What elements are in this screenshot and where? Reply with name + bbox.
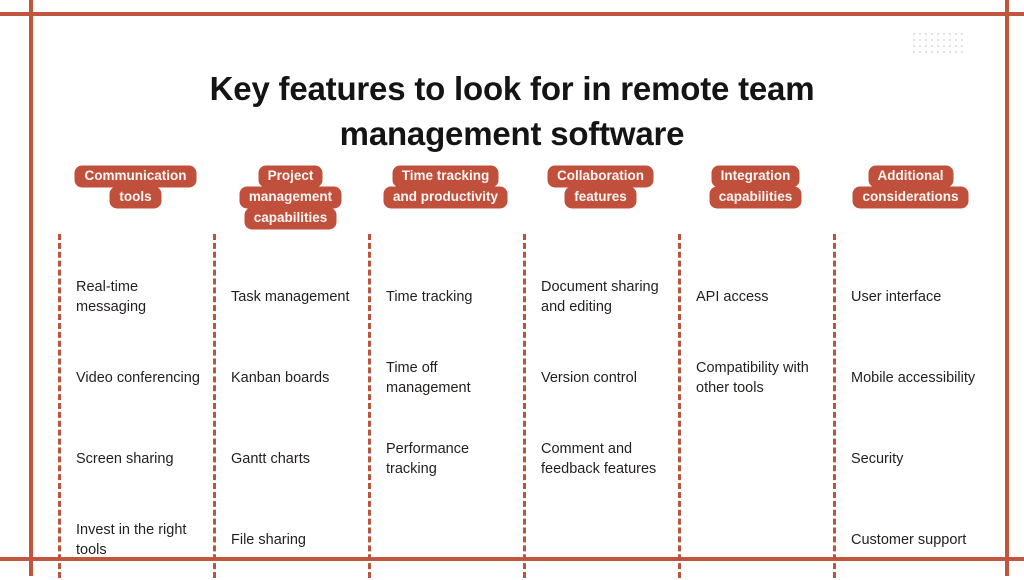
feature-list-item[interactable]: Kanban boards xyxy=(231,337,360,418)
grid-dot xyxy=(949,33,951,35)
column-header-pill: tools xyxy=(110,187,161,208)
grid-dot xyxy=(961,51,963,53)
feature-list: Time tracking Time off management Performa… xyxy=(386,240,515,580)
column-header[interactable]: Collaboration features xyxy=(523,160,678,240)
column-header-pill: capabilities xyxy=(709,187,802,208)
feature-list-item[interactable]: Real-time messaging xyxy=(76,256,205,337)
frame-line-right xyxy=(1005,0,1009,576)
feature-column: Collaboration features Document sharing an… xyxy=(523,160,678,580)
column-header-pill: Project xyxy=(258,166,323,187)
grid-dot xyxy=(931,45,933,47)
feature-list-item[interactable]: Time off management xyxy=(386,337,515,418)
grid-dot xyxy=(913,51,915,53)
column-header[interactable]: Project management capabilities xyxy=(213,160,368,240)
grid-dot xyxy=(937,51,939,53)
grid-dot xyxy=(925,33,927,35)
frame-line-top xyxy=(0,12,1024,16)
page-title: Key features to look for in remote team … xyxy=(209,70,815,153)
grid-dot xyxy=(913,45,915,47)
feature-column: Communication tools Real-time messaging Vid… xyxy=(58,160,213,580)
feature-list-item[interactable]: File sharing xyxy=(231,499,360,580)
grid-dot xyxy=(955,51,957,53)
slide-canvas: Key features to look for in remote team … xyxy=(0,0,1024,578)
dot-grid-decoration xyxy=(913,33,967,57)
grid-dot xyxy=(925,51,927,53)
feature-list-item[interactable]: Customer support xyxy=(851,499,980,580)
feature-list-item[interactable]: Compatibility with other tools xyxy=(696,337,825,418)
grid-dot xyxy=(919,45,921,47)
grid-dot xyxy=(919,39,921,41)
feature-list-item[interactable]: Time tracking xyxy=(386,256,515,337)
grid-dot xyxy=(949,51,951,53)
column-header[interactable]: Communication tools xyxy=(58,160,213,240)
feature-list: User interface Mobile accessibility Securi… xyxy=(851,240,980,580)
feature-column: Additional considerations User interface Mo… xyxy=(833,160,988,580)
feature-list-item[interactable]: Task management xyxy=(231,256,360,337)
column-header-pill: considerations xyxy=(853,187,968,208)
column-header-pill: Additional xyxy=(868,166,953,187)
grid-dot xyxy=(913,33,915,35)
grid-dot xyxy=(961,45,963,47)
grid-dot xyxy=(925,45,927,47)
grid-dot xyxy=(961,39,963,41)
grid-dot xyxy=(937,45,939,47)
feature-list-item[interactable]: Performance tracking xyxy=(386,418,515,499)
grid-dot xyxy=(931,33,933,35)
feature-list-item[interactable] xyxy=(696,418,825,499)
feature-list-item[interactable] xyxy=(696,499,825,580)
column-header-pill: Collaboration xyxy=(548,166,653,187)
column-header-pill: and productivity xyxy=(383,187,507,208)
feature-list: API access Compatibility with other tools xyxy=(696,240,825,580)
feature-list-item[interactable]: Invest in the right tools xyxy=(76,499,205,580)
grid-dot xyxy=(937,39,939,41)
feature-list-item[interactable] xyxy=(541,499,670,580)
feature-list-item[interactable]: Screen sharing xyxy=(76,418,205,499)
feature-list: Real-time messaging Video conferencing Scr… xyxy=(76,240,205,580)
column-header-pill: capabilities xyxy=(244,208,337,229)
grid-dot xyxy=(925,39,927,41)
column-header-pill: management xyxy=(239,187,342,208)
feature-list-item[interactable]: Document sharing and editing xyxy=(541,256,670,337)
grid-dot xyxy=(943,33,945,35)
feature-list: Task management Kanban boards Gantt charts… xyxy=(231,240,360,580)
grid-dot xyxy=(919,33,921,35)
grid-dot xyxy=(919,51,921,53)
feature-list-item[interactable]: Comment and feedback features xyxy=(541,418,670,499)
column-header-pill: Time tracking xyxy=(392,166,499,187)
column-header[interactable]: Integration capabilities xyxy=(678,160,833,240)
feature-column: Integration capabilities API access Compati… xyxy=(678,160,833,580)
feature-list: Document sharing and editing Version cont… xyxy=(541,240,670,580)
grid-dot xyxy=(937,33,939,35)
grid-dot xyxy=(955,33,957,35)
feature-column: Time tracking and productivity Time tracki… xyxy=(368,160,523,580)
feature-list-item[interactable]: Version control xyxy=(541,337,670,418)
feature-list-item[interactable]: Mobile accessibility xyxy=(851,337,980,418)
grid-dot xyxy=(955,45,957,47)
column-header[interactable]: Time tracking and productivity xyxy=(368,160,523,240)
feature-column: Project management capabilities Task manage… xyxy=(213,160,368,580)
grid-dot xyxy=(931,51,933,53)
grid-dot xyxy=(943,45,945,47)
frame-line-left xyxy=(29,0,33,576)
grid-dot xyxy=(949,45,951,47)
grid-dot xyxy=(943,51,945,53)
grid-dot xyxy=(931,39,933,41)
features-table: Communication tools Real-time messaging Vid… xyxy=(58,160,988,578)
feature-list-item[interactable]: API access xyxy=(696,256,825,337)
grid-dot xyxy=(961,33,963,35)
grid-dot xyxy=(949,39,951,41)
grid-dot xyxy=(913,39,915,41)
feature-list-item[interactable]: User interface xyxy=(851,256,980,337)
column-header-pill: features xyxy=(565,187,636,208)
feature-list-item[interactable] xyxy=(386,499,515,580)
column-header-pill: Communication xyxy=(75,166,196,187)
grid-dot xyxy=(943,39,945,41)
feature-list-item[interactable]: Video conferencing xyxy=(76,337,205,418)
column-header-pill: Integration xyxy=(711,166,800,187)
column-header[interactable]: Additional considerations xyxy=(833,160,988,240)
grid-dot xyxy=(955,39,957,41)
feature-list-item[interactable]: Gantt charts xyxy=(231,418,360,499)
feature-list-item[interactable]: Security xyxy=(851,418,980,499)
